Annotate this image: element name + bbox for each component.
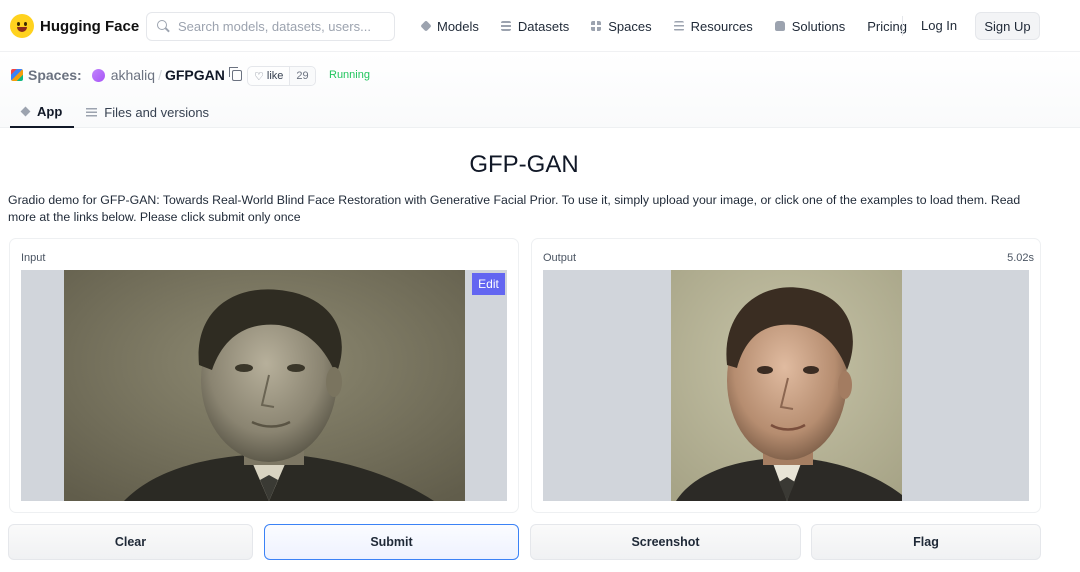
nav-divider	[902, 16, 903, 36]
breadcrumb-user[interactable]: akhaliq	[111, 67, 155, 83]
nav-link-models[interactable]: Models	[420, 18, 479, 34]
space-tabs: App Files and versions	[10, 96, 221, 128]
nav-link-spaces[interactable]: Spaces	[591, 18, 652, 34]
nav-link-label: Spaces	[608, 18, 652, 34]
output-image-area	[543, 270, 1029, 501]
submit-button[interactable]: Submit	[264, 524, 519, 560]
tab-app[interactable]: App	[10, 96, 75, 128]
search-input[interactable]	[178, 19, 388, 34]
spaces-icon	[591, 21, 602, 31]
like-label: like	[266, 70, 284, 82]
top-nav: Hugging Face Models Datasets Spaces Reso…	[0, 0, 1080, 52]
breadcrumb-repo[interactable]: GFPGAN	[165, 67, 225, 83]
search-box[interactable]	[146, 12, 395, 41]
app-description: Gradio demo for GFP-GAN: Towards Real-Wo…	[8, 193, 1021, 224]
output-image	[671, 270, 902, 501]
status-badge: Running	[329, 69, 370, 81]
tab-files-and-versions[interactable]: Files and versions	[74, 96, 221, 128]
cube-icon	[20, 106, 31, 116]
nav-links: Models Datasets Spaces Resources Solutio…	[420, 0, 929, 52]
clear-button[interactable]: Clear	[8, 524, 253, 560]
input-image	[64, 270, 465, 501]
brand-link[interactable]: Hugging Face	[10, 14, 139, 38]
tab-label: App	[37, 103, 63, 119]
datasets-icon	[500, 21, 511, 31]
flag-button[interactable]: Flag	[811, 524, 1041, 560]
input-image-area[interactable]	[21, 270, 507, 501]
edit-button[interactable]: Edit	[472, 273, 505, 295]
brand-name: Hugging Face	[40, 17, 140, 35]
files-icon	[86, 107, 98, 117]
search-icon	[157, 20, 170, 33]
output-label: Output	[543, 252, 577, 264]
nav-link-label: Resources	[690, 18, 753, 34]
output-panel: Output 5.02s	[531, 238, 1041, 513]
screenshot-button[interactable]: Screenshot	[530, 524, 801, 560]
input-label: Input	[21, 252, 46, 264]
input-panel: Input Edit	[9, 238, 519, 513]
breadcrumb: Spaces: akhaliq / GFPGAN	[11, 66, 242, 83]
cube-icon	[420, 20, 432, 32]
signup-button[interactable]: Sign Up	[975, 12, 1040, 40]
hugging-face-logo-icon	[10, 14, 34, 38]
tab-label: Files and versions	[104, 104, 210, 120]
like-main[interactable]: ♡ like	[248, 67, 289, 85]
page-title: GFP-GAN	[469, 151, 579, 178]
nav-link-datasets[interactable]: Datasets	[500, 18, 570, 34]
nav-link-resources[interactable]: Resources	[673, 18, 753, 34]
nav-link-label: Datasets	[517, 18, 570, 34]
avatar	[91, 68, 105, 82]
spaces-logo-icon	[11, 69, 23, 81]
like-button[interactable]: ♡ like 29	[247, 66, 316, 86]
nav-link-label: Models	[437, 18, 479, 34]
breadcrumb-separator: /	[158, 67, 162, 83]
like-count[interactable]: 29	[289, 67, 315, 85]
output-time: 5.02s	[1007, 252, 1034, 264]
nav-link-label: Solutions	[791, 18, 846, 34]
copy-icon[interactable]	[228, 66, 242, 81]
breadcrumb-spaces[interactable]: Spaces:	[28, 67, 82, 83]
nav-link-solutions[interactable]: Solutions	[774, 18, 846, 34]
heart-icon: ♡	[254, 70, 264, 83]
briefcase-icon	[774, 21, 785, 31]
menu-icon	[673, 21, 684, 31]
login-link[interactable]: Log In	[921, 18, 957, 33]
